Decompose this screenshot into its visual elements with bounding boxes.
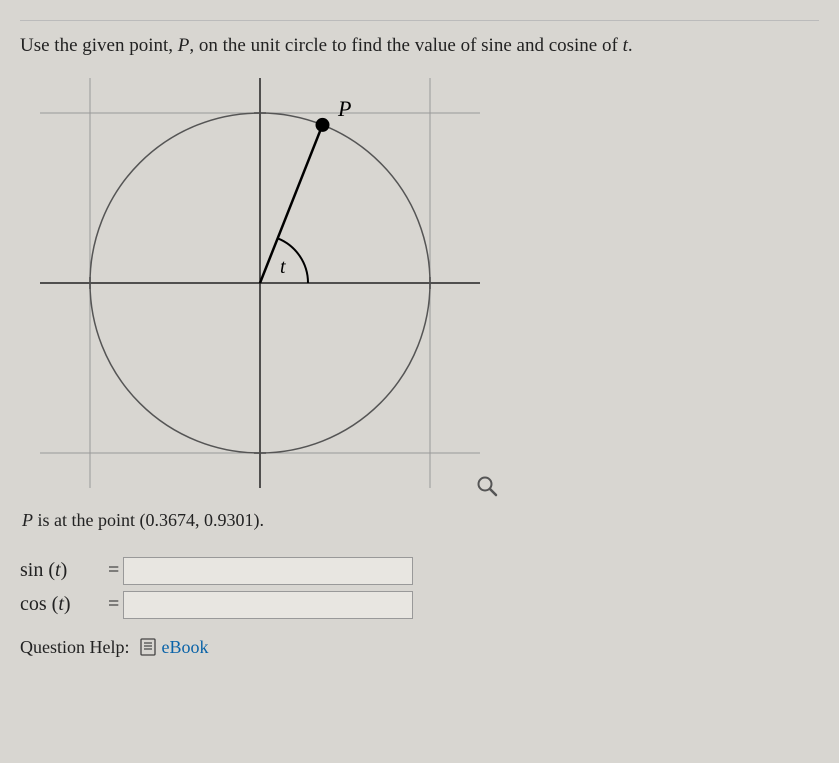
question-help: Question Help: eBook bbox=[20, 637, 819, 658]
top-divider bbox=[20, 20, 819, 21]
point-mid: is at the point bbox=[33, 510, 140, 530]
prompt-post: . bbox=[628, 35, 633, 56]
diagram-svg: P t bbox=[40, 78, 480, 488]
point-p: P bbox=[22, 510, 33, 530]
cos-row: cos (t) = bbox=[20, 591, 819, 619]
unit-circle-diagram: P t bbox=[40, 78, 500, 498]
equals-sign: = bbox=[108, 593, 119, 616]
sin-row: sin (t) = bbox=[20, 557, 819, 585]
equals-sign: = bbox=[108, 559, 119, 582]
prompt-mid: , on the unit circle to find the value o… bbox=[189, 35, 622, 56]
ebook-link[interactable]: eBook bbox=[140, 637, 209, 658]
zoom-icon[interactable] bbox=[476, 475, 498, 502]
sin-input[interactable] bbox=[123, 557, 413, 585]
cos-input[interactable] bbox=[123, 591, 413, 619]
diagram-label-p: P bbox=[337, 96, 351, 121]
question-prompt: Use the given point, P, on the unit circ… bbox=[20, 33, 819, 60]
ebook-text: eBook bbox=[162, 637, 209, 658]
diagram-label-t: t bbox=[280, 256, 286, 278]
point-coords: (0.3674, 0.9301) bbox=[140, 510, 260, 530]
cos-label: cos (t) bbox=[20, 593, 108, 616]
sin-label: sin (t) bbox=[20, 559, 108, 582]
var-p: P bbox=[178, 35, 190, 56]
point-statement: P is at the point (0.3674, 0.9301). bbox=[22, 510, 819, 531]
ebook-icon bbox=[140, 638, 156, 656]
help-label: Question Help: bbox=[20, 637, 130, 658]
point-post: . bbox=[260, 510, 265, 530]
prompt-pre: Use the given point, bbox=[20, 35, 178, 56]
